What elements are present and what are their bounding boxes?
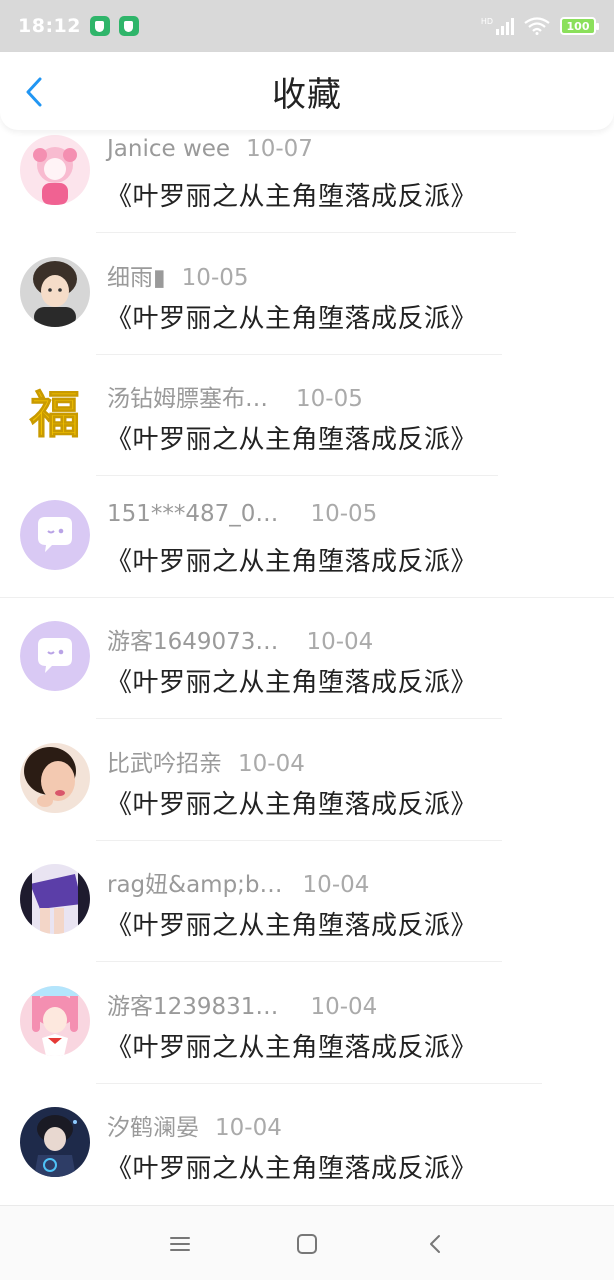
hd-label: HD: [480, 17, 493, 26]
shield-icon: [118, 16, 139, 36]
post-date: 10-04: [215, 1115, 282, 1141]
list-item[interactable]: 151***487_0… 10-05 《叶罗丽之从主角堕落成反派》: [0, 483, 614, 605]
post-date: 10-04: [238, 750, 305, 777]
avatar[interactable]: [20, 135, 90, 205]
book-title[interactable]: 《叶罗丽之从主角堕落成反派》: [106, 662, 477, 699]
divider: [96, 1082, 542, 1084]
book-title[interactable]: 《叶罗丽之从主角堕落成反派》: [106, 298, 477, 335]
divider: [96, 718, 502, 719]
book-title[interactable]: 《叶罗丽之从主角堕落成反派》: [106, 176, 477, 213]
user-name: Janice wee: [107, 136, 231, 162]
avatar[interactable]: [20, 621, 90, 691]
list-item[interactable]: Janice wee 10-07 《叶罗丽之从主角堕落成反派》: [0, 118, 614, 240]
list-item[interactable]: 游客1239831… 10-04 《叶罗丽之从主角堕落成反派》: [0, 969, 614, 1091]
user-name: 151***487_0…: [107, 500, 279, 527]
book-title[interactable]: 《叶罗丽之从主角堕落成反派》: [106, 1027, 477, 1064]
status-bar: 18:12 HD 100: [0, 0, 614, 52]
chevron-left-icon: [26, 77, 42, 107]
svg-text:福: 福: [29, 385, 80, 444]
system-nav-bar: [0, 1205, 614, 1280]
system-back-button[interactable]: [421, 1230, 449, 1258]
menu-icon: [170, 1237, 190, 1251]
post-date: 10-05: [181, 264, 249, 291]
avatar[interactable]: [20, 985, 90, 1056]
battery-icon: 100: [560, 17, 599, 35]
avatar[interactable]: [20, 864, 90, 934]
list-item[interactable]: 汐鹤澜晏 10-04 《叶罗丽之从主角堕落成反派》: [0, 1090, 614, 1212]
post-date: 10-04: [310, 993, 378, 1020]
menu-button[interactable]: [166, 1230, 194, 1258]
battery-level: 100: [566, 19, 590, 33]
list-item[interactable]: rag妞&amp;b… 10-04 《叶罗丽之从主角堕落成反派》: [0, 847, 614, 969]
signal-icon: HD: [481, 17, 514, 35]
page-title: 收藏: [272, 74, 342, 115]
status-time: 18:12: [18, 15, 81, 37]
back-button[interactable]: [18, 72, 50, 112]
home-square-icon: [297, 1234, 317, 1254]
avatar[interactable]: [20, 256, 90, 327]
wifi-icon: [524, 17, 550, 35]
shield-icon: [89, 16, 110, 36]
avatar[interactable]: [20, 742, 90, 813]
divider: [96, 232, 516, 233]
favorites-list: Janice wee 10-07 《叶罗丽之从主角堕落成反派》 细雨▮ 10-0…: [0, 118, 614, 1212]
post-date: 10-05: [296, 386, 363, 412]
home-button[interactable]: [293, 1230, 321, 1258]
avatar[interactable]: 福: [20, 378, 90, 448]
list-item[interactable]: 比武吟招亲 10-04 《叶罗丽之从主角堕落成反派》: [0, 726, 614, 848]
user-name: 汐鹤澜晏: [107, 1115, 199, 1141]
post-date: 10-04: [306, 629, 374, 655]
divider: [96, 353, 502, 355]
post-date: 10-04: [302, 872, 370, 898]
divider: [96, 839, 502, 841]
user-name: rag妞&amp;b…: [107, 872, 283, 898]
user-name: 汤钻姆膘塞布…: [107, 386, 268, 412]
post-date: 10-07: [246, 136, 313, 162]
user-name: 游客1239831…: [107, 993, 279, 1020]
back-triangle-icon: [430, 1235, 440, 1253]
user-name: 细雨▮: [107, 264, 166, 291]
header: 收藏: [0, 52, 614, 130]
book-title[interactable]: 《叶罗丽之从主角堕落成反派》: [106, 541, 477, 578]
user-name: 游客1649073…: [107, 629, 279, 655]
divider: [96, 475, 498, 476]
divider: [0, 596, 614, 598]
book-title[interactable]: 《叶罗丽之从主角堕落成反派》: [106, 784, 477, 821]
list-item[interactable]: 福 汤钻姆膘塞布… 10-05 《叶罗丽之从主角堕落成反派》: [0, 361, 614, 483]
book-title[interactable]: 《叶罗丽之从主角堕落成反派》: [106, 1148, 477, 1185]
book-title[interactable]: 《叶罗丽之从主角堕落成反派》: [106, 905, 477, 942]
list-item[interactable]: 细雨▮ 10-05 《叶罗丽之从主角堕落成反派》: [0, 240, 614, 362]
user-name: 比武吟招亲: [107, 750, 222, 777]
avatar[interactable]: [20, 1107, 90, 1177]
avatar[interactable]: [20, 499, 90, 570]
list-item[interactable]: 游客1649073… 10-04 《叶罗丽之从主角堕落成反派》: [0, 604, 614, 726]
post-date: 10-05: [310, 500, 378, 527]
book-title[interactable]: 《叶罗丽之从主角堕落成反派》: [106, 419, 477, 456]
divider: [96, 961, 502, 962]
